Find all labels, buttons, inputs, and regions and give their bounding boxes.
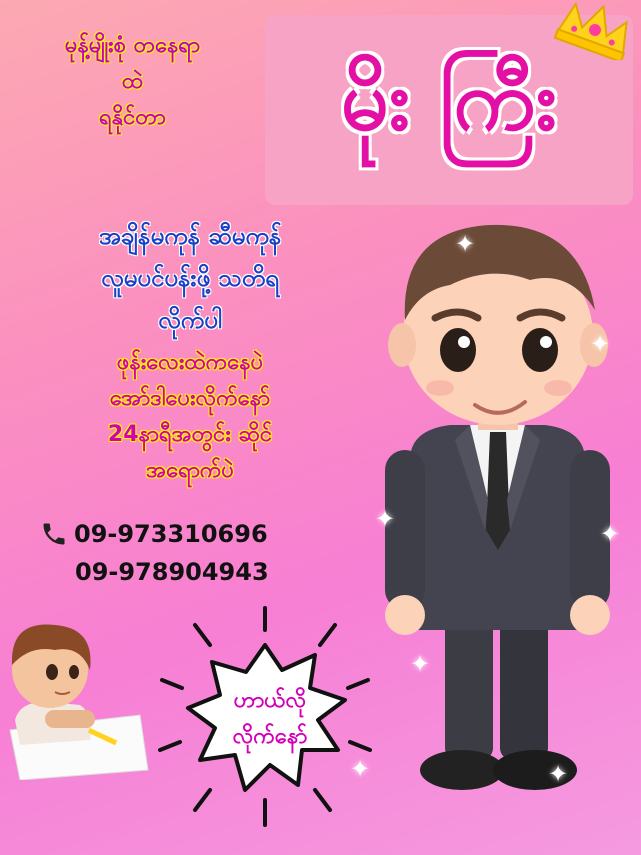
phone-row-2[interactable]: 09-978904943 xyxy=(40,553,330,591)
callout-text: ဟာယ်လို လိုက်နော် xyxy=(190,683,350,755)
tagline-line-2: ထဲ xyxy=(121,69,144,94)
phone-icon xyxy=(43,523,65,545)
phone-row-1[interactable]: 09-973310696 xyxy=(40,515,330,553)
order-line-3: 24နာရီအတွင်း ဆိုင် xyxy=(107,422,273,447)
order-line-1: ဖုန်းလေးထဲကနေပဲ xyxy=(116,350,264,375)
poster: မုန့်မျိုးစုံ တနေရာ ထဲ ရနိုင်တာ မိုး ကြီ… xyxy=(0,0,641,855)
sparkle-icon: ✦ xyxy=(590,330,611,358)
phone-number-2[interactable]: 09-978904943 xyxy=(75,553,269,591)
callout-line-2: လိုက်နော် xyxy=(232,724,308,749)
tagline: မုန့်မျိုးစုံ တနေရာ ထဲ ရနိုင်တာ xyxy=(0,28,265,136)
crown-icon xyxy=(553,1,628,60)
sparkle-icon: ✦ xyxy=(600,520,621,548)
tagline-line-3: ရနိုင်တာ xyxy=(99,105,166,130)
sparkle-icon: ✦ xyxy=(455,230,476,258)
contact-numbers: 09-973310696 09-978904943 xyxy=(40,515,330,591)
order-line-2: အော်ဒါပေးလိုက်နော် xyxy=(109,386,271,411)
tagline-line-1: မုန့်မျိုးစုံ တနေရာ xyxy=(64,33,201,58)
order-line-4: အရောက်ပဲ xyxy=(146,458,234,483)
callout-line-1: ဟာယ်လို xyxy=(233,688,307,713)
businessman-illustration xyxy=(385,224,610,790)
brand-name: မိုး ကြီး xyxy=(340,51,558,149)
sparkle-icon: ✦ xyxy=(410,650,431,678)
service-line-1: အချိန်မကုန် ဆီမကုန် xyxy=(98,222,282,250)
sparkle-icon: ✦ xyxy=(375,505,396,533)
sparkle-icon: ✦ xyxy=(350,755,371,783)
kid-illustration xyxy=(9,624,149,780)
order-message: ဖုန်းလေးထဲကနေပဲ အော်ဒါပေးလိုက်နော် 24နာရ… xyxy=(0,345,380,489)
service-line-2: လူမပင်ပန်းဖို့ သတိရ xyxy=(101,264,279,292)
sparkle-icon: ✦ xyxy=(548,760,569,788)
service-message: အချိန်မကုန် ဆီမကုန် လူမပင်ပန်းဖို့ သတိရ … xyxy=(0,215,380,341)
phone-number-1[interactable]: 09-973310696 xyxy=(74,515,268,553)
service-line-3: လိုက်ပါ xyxy=(158,306,222,334)
